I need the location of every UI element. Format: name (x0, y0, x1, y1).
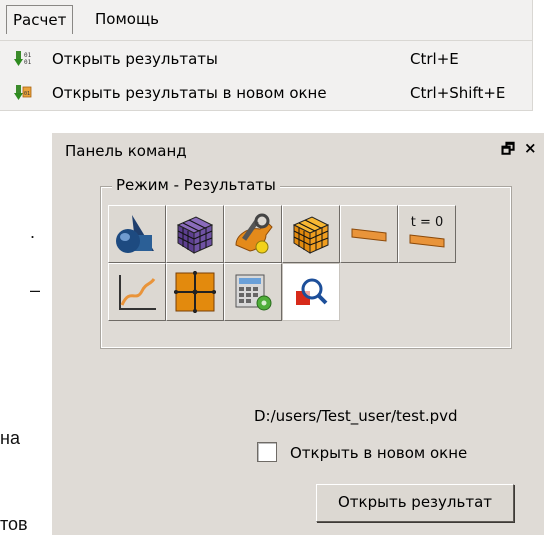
beam-button[interactable] (340, 205, 398, 263)
graph-button[interactable] (108, 263, 166, 321)
panel-title: Панель команд (65, 142, 187, 160)
menu-item-open-results-new-window[interactable]: 01 Открыть результаты в новом окне Ctrl+… (0, 76, 532, 110)
document-fragment-tov: тов (0, 514, 28, 534)
initial-state-icon: t = 0 (409, 215, 445, 248)
calculator-button[interactable] (224, 263, 282, 321)
initial-state-label: t = 0 (411, 215, 444, 230)
svg-text:01: 01 (24, 91, 30, 97)
open-in-new-window-checkbox[interactable] (257, 442, 277, 462)
menu-item-label: Открыть результаты (52, 50, 218, 68)
document-fragment-dot: . (30, 222, 36, 242)
binary-green-arrow-icon: 01 01 (14, 51, 32, 66)
calculator-settings-icon (235, 274, 272, 311)
menu-item-open-results[interactable]: 01 01 Открыть результаты Ctrl+E (0, 42, 532, 76)
view-results-button[interactable] (282, 263, 340, 321)
command-panel: Панель команд 🗗 × Режим - Результаты t =… (52, 133, 544, 535)
results-cube-icon (292, 216, 330, 254)
calculation-menu-popup: Расчет Помощь 01 01 Открыть результаты C… (0, 0, 533, 111)
menu-item-shortcut: Ctrl+Shift+E (410, 84, 506, 102)
results-button[interactable] (282, 205, 340, 263)
menu-item-label: Открыть результаты в новом окне (52, 84, 327, 102)
svg-text:01: 01 (24, 59, 32, 66)
graph-plot-icon (119, 275, 156, 310)
mesh-cube-icon (176, 216, 214, 254)
group-title: Режим - Результаты (112, 176, 280, 194)
menu-calculation[interactable]: Расчет (6, 5, 74, 34)
open-result-button[interactable]: Открыть результат (316, 484, 514, 522)
menu-item-shortcut: Ctrl+E (410, 50, 459, 68)
document-fragment-na: на (0, 428, 20, 448)
magnifier-results-icon (296, 278, 328, 305)
binary-window-arrow-icon: 01 (14, 85, 32, 100)
beam-icon (351, 228, 387, 242)
mesh-button[interactable] (166, 205, 224, 263)
close-icon[interactable]: × (524, 139, 537, 157)
float-window-icon[interactable]: 🗗 (501, 139, 515, 164)
geometry-button[interactable] (108, 205, 166, 263)
svg-text:01: 01 (24, 52, 32, 59)
grid-plane-icon (174, 271, 216, 313)
document-fragment-dash: – (30, 280, 41, 300)
menu-separator (0, 40, 532, 41)
initial-state-button[interactable]: t = 0 (398, 205, 456, 263)
menu-help[interactable]: Помощь (89, 5, 165, 34)
results-file-path: D:/users/Test_user/test.pvd (254, 407, 458, 425)
geometry-icon (116, 215, 154, 253)
settings-button[interactable] (224, 205, 282, 263)
settings-wrench-icon (235, 213, 273, 254)
menu-bar: Расчет Помощь (0, 0, 532, 40)
grid-button[interactable] (166, 263, 224, 321)
open-in-new-window-label: Открыть в новом окне (290, 444, 468, 462)
